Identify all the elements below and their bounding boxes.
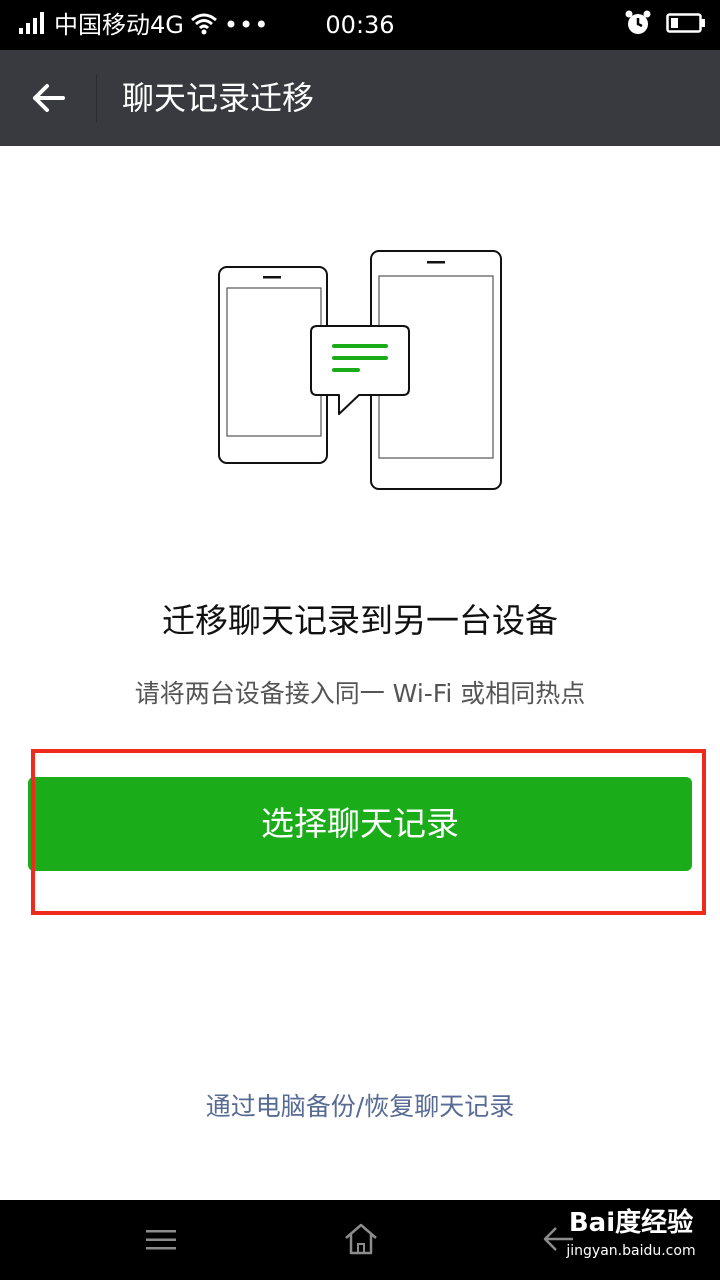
back-button[interactable] [22,76,76,120]
title-bar: 聊天记录迁移 [0,50,720,146]
battery-icon [666,11,706,39]
select-chat-history-button[interactable]: 选择聊天记录 [28,777,692,871]
watermark-logo: Bai度经验 [568,1208,694,1238]
page-title: 聊天记录迁移 [122,79,315,117]
phones-transfer-illustration [215,248,505,492]
clock: 00:36 [325,11,395,39]
back-arrow-icon [33,84,65,112]
instruction-text: 请将两台设备接入同一 Wi-Fi 或相同热点 [134,679,586,708]
status-right [624,0,706,50]
pc-backup-restore-link[interactable]: 通过电脑备份/恢复聊天记录 [0,1087,720,1127]
watermark-url: jingyan.baidu.com [566,1243,696,1259]
alarm-icon [624,9,652,41]
home-icon [345,1223,377,1255]
nav-menu-button[interactable] [140,1218,182,1262]
status-bar: 中国移动4G ••• 00:36 [0,0,720,50]
title-divider [96,74,97,122]
nav-home-button[interactable] [338,1216,384,1262]
main-heading: 迁移聊天记录到另一台设备 [162,601,558,640]
menu-icon [146,1230,176,1250]
baidu-jingyan-watermark: Bai度经验 jingyan.baidu.com [556,1205,706,1273]
